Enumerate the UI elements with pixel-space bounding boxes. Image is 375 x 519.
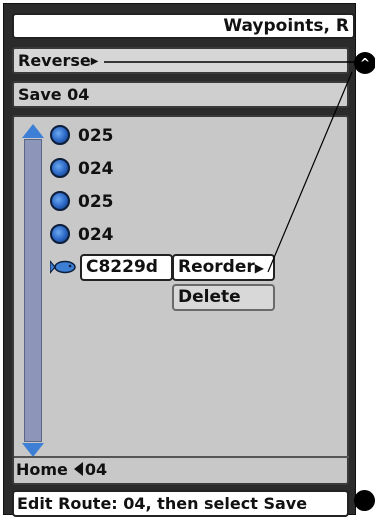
- waypoint-circle-icon: [50, 158, 70, 178]
- waypoint-circle-icon: [50, 224, 70, 244]
- submenu-arrow-icon: ▶: [90, 56, 99, 67]
- waypoint-name: 025: [78, 192, 114, 212]
- selected-waypoint-label: C8229d: [86, 257, 158, 277]
- submenu-arrow-icon: ▶: [254, 261, 264, 275]
- list-item[interactable]: 025: [50, 189, 114, 215]
- selected-waypoint-name[interactable]: C8229d: [80, 254, 173, 281]
- home-label: Home: [16, 460, 68, 479]
- home-route-indicator: Home 04: [14, 456, 349, 480]
- status-bar: Edit Route: 04, then select Save: [12, 490, 349, 517]
- callout-marker-label: ^: [359, 56, 371, 70]
- status-text: Edit Route: 04, then select Save: [17, 494, 308, 513]
- delete-label: Delete: [178, 287, 241, 307]
- title-bar: Waypoints, R: [12, 13, 355, 39]
- route-value: 04: [84, 460, 108, 479]
- save-option[interactable]: Save 04: [12, 81, 349, 108]
- waypoint-circle-icon: [50, 191, 70, 211]
- callout-marker-bottom: [354, 490, 375, 511]
- scroll-up-arrow-icon[interactable]: [22, 124, 44, 138]
- title-text: Waypoints, R: [223, 16, 349, 36]
- reverse-option[interactable]: Reverse▶: [12, 47, 349, 74]
- left-arrow-icon: [73, 462, 83, 476]
- reverse-label: Reverse: [18, 51, 91, 70]
- waypoint-name: 024: [78, 225, 114, 245]
- callout-marker: ^: [354, 52, 375, 74]
- reorder-label: Reorder: [178, 257, 255, 277]
- reorder-menu-item[interactable]: Reorder▶: [172, 254, 275, 281]
- fish-icon: [50, 260, 76, 274]
- scrollbar-track[interactable]: [24, 139, 42, 442]
- waypoint-name: 024: [78, 159, 114, 179]
- save-label: Save 04: [18, 85, 90, 104]
- list-item[interactable]: 024: [50, 222, 114, 248]
- scroll-down-arrow-icon[interactable]: [22, 443, 44, 457]
- waypoint-name: 025: [78, 126, 114, 146]
- waypoint-circle-icon: [50, 125, 70, 145]
- delete-menu-item[interactable]: Delete: [172, 284, 275, 311]
- list-item[interactable]: 024: [50, 156, 114, 182]
- waypoint-list-panel: 025 024 025 024 C8229d Reorder▶ Delete: [12, 115, 349, 485]
- list-item[interactable]: 025: [50, 123, 114, 149]
